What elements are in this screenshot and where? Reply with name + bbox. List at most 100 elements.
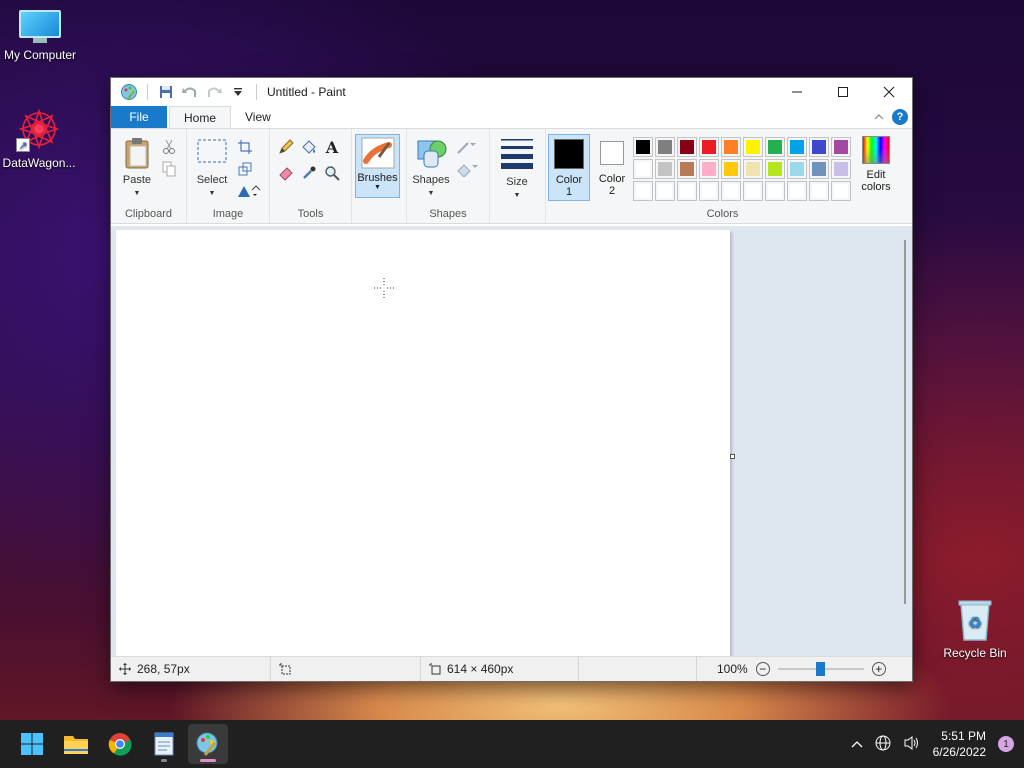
- palette-swatch[interactable]: [743, 181, 763, 201]
- palette-swatch[interactable]: [765, 181, 785, 201]
- palette-swatch[interactable]: [809, 137, 829, 157]
- taskbar-paint[interactable]: [188, 724, 228, 764]
- taskbar-file-explorer[interactable]: [56, 724, 96, 764]
- svg-text:♻: ♻: [968, 613, 982, 632]
- tools-group: A Tools: [270, 129, 352, 223]
- palette-swatch[interactable]: [765, 137, 785, 157]
- volume-icon[interactable]: [903, 735, 921, 754]
- outline-icon[interactable]: [455, 137, 481, 157]
- close-button[interactable]: [866, 78, 912, 106]
- eraser-icon[interactable]: [276, 163, 296, 183]
- start-button[interactable]: [12, 724, 52, 764]
- copy-icon[interactable]: [159, 159, 179, 179]
- palette-swatch[interactable]: [699, 159, 719, 179]
- palette-swatch[interactable]: [633, 181, 653, 201]
- color-palette: [633, 137, 853, 203]
- undo-icon[interactable]: [180, 82, 200, 102]
- help-icon[interactable]: ?: [892, 109, 908, 125]
- palette-swatch[interactable]: [721, 159, 741, 179]
- zoom-in-button[interactable]: +: [871, 662, 886, 676]
- size-icon: [501, 139, 533, 169]
- crop-icon[interactable]: [235, 137, 255, 157]
- tab-view[interactable]: View: [231, 106, 285, 128]
- pencil-icon[interactable]: [276, 137, 296, 157]
- show-hidden-icons-chevron-icon[interactable]: [851, 737, 863, 751]
- palette-swatch[interactable]: [831, 181, 851, 201]
- color1-button[interactable]: Color 1: [548, 134, 590, 201]
- color-picker-icon[interactable]: [299, 163, 319, 183]
- palette-swatch[interactable]: [831, 159, 851, 179]
- zoom-slider[interactable]: [777, 662, 864, 676]
- size-button[interactable]: Size ▼: [495, 137, 539, 202]
- save-icon[interactable]: [156, 82, 176, 102]
- palette-swatch[interactable]: [831, 137, 851, 157]
- clock[interactable]: 5:51 PM 6/26/2022: [933, 728, 986, 760]
- brushes-button[interactable]: Brushes ▼: [355, 134, 400, 198]
- shortcut-arrow-icon: ↗: [16, 138, 30, 152]
- taskbar-notepad[interactable]: [144, 724, 184, 764]
- cut-icon[interactable]: [159, 137, 179, 157]
- select-icon: [197, 139, 227, 163]
- palette-swatch[interactable]: [677, 181, 697, 201]
- palette-swatch-color: [658, 162, 672, 176]
- taskbar: 5:51 PM 6/26/2022 1: [0, 720, 1024, 768]
- paste-button[interactable]: Paste ▼: [115, 137, 159, 200]
- text-icon[interactable]: A: [322, 137, 342, 157]
- palette-swatch[interactable]: [655, 137, 675, 157]
- canvas-resize-handle[interactable]: [730, 454, 735, 459]
- recycle-bin-icon: ♻: [955, 598, 995, 642]
- maximize-button[interactable]: [820, 78, 866, 106]
- palette-swatch[interactable]: [743, 159, 763, 179]
- palette-swatch[interactable]: [809, 159, 829, 179]
- palette-swatch[interactable]: [721, 181, 741, 201]
- minimize-button[interactable]: [774, 78, 820, 106]
- resize-icon[interactable]: [235, 159, 255, 179]
- palette-swatch[interactable]: [633, 137, 653, 157]
- desktop-icon-recycle-bin[interactable]: ♻ Recycle Bin: [935, 598, 1015, 660]
- palette-swatch[interactable]: [721, 137, 741, 157]
- palette-swatch[interactable]: [765, 159, 785, 179]
- color2-button[interactable]: Color 2: [593, 134, 631, 201]
- zoom-slider-thumb[interactable]: [816, 662, 826, 676]
- palette-swatch[interactable]: [655, 159, 675, 179]
- palette-swatch[interactable]: [633, 159, 653, 179]
- fill-icon[interactable]: [299, 137, 319, 157]
- chrome-icon: [108, 733, 132, 756]
- shape-fill-icon[interactable]: [455, 159, 481, 179]
- palette-swatch[interactable]: [787, 159, 807, 179]
- desktop-icon-my-computer[interactable]: My Computer: [0, 10, 80, 62]
- palette-swatch[interactable]: [743, 137, 763, 157]
- globe-network-icon[interactable]: [875, 735, 891, 754]
- notification-badge[interactable]: 1: [998, 736, 1014, 752]
- size-group: Size ▼: [490, 129, 545, 223]
- rotate-icon[interactable]: [235, 181, 263, 201]
- zoom-out-button[interactable]: −: [755, 662, 770, 676]
- chevron-down-icon: ▼: [374, 184, 381, 191]
- edit-colors-button[interactable]: Edit colors: [854, 136, 898, 193]
- vertical-scrollbar[interactable]: [904, 240, 906, 604]
- palette-swatch[interactable]: [699, 181, 719, 201]
- palette-swatch[interactable]: [809, 181, 829, 201]
- palette-swatch[interactable]: [787, 181, 807, 201]
- palette-swatch[interactable]: [677, 137, 697, 157]
- redo-icon[interactable]: [204, 82, 224, 102]
- palette-swatch[interactable]: [677, 159, 697, 179]
- palette-swatch[interactable]: [787, 137, 807, 157]
- desktop-icon-datawagon[interactable]: ↗ DataWagon...: [0, 106, 79, 170]
- tab-file[interactable]: File: [111, 106, 167, 128]
- palette-swatch-color: [636, 184, 650, 198]
- palette-swatch-color: [834, 184, 848, 198]
- drawing-canvas[interactable]: [116, 230, 730, 658]
- tab-home[interactable]: Home: [169, 106, 232, 128]
- collapse-ribbon-icon[interactable]: [874, 110, 884, 124]
- customize-toolbar-icon[interactable]: [228, 82, 248, 102]
- palette-swatch-color: [768, 140, 782, 154]
- taskbar-chrome[interactable]: [100, 724, 140, 764]
- palette-swatch[interactable]: [655, 181, 675, 201]
- shapes-button[interactable]: Shapes ▼: [409, 137, 453, 200]
- palette-swatch[interactable]: [699, 137, 719, 157]
- magnifier-icon[interactable]: [322, 163, 342, 183]
- status-bar: 268, 57px 614 × 460px 100% − +: [111, 656, 912, 681]
- palette-swatch-color: [680, 162, 694, 176]
- select-button[interactable]: Select ▼: [190, 137, 234, 200]
